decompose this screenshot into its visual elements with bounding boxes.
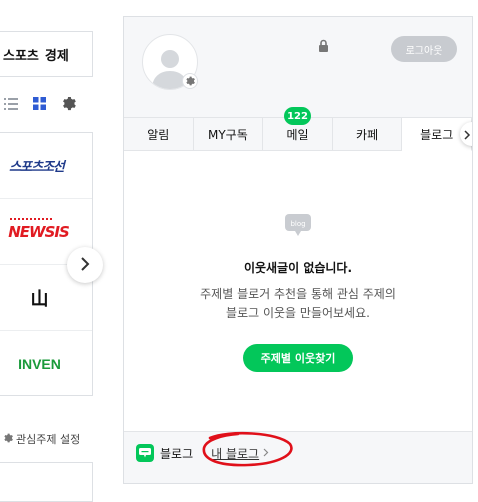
find-neighbors-button[interactable]: 주제별 이웃찾기 [243, 344, 353, 372]
profile-area: 로그아웃 [124, 17, 472, 117]
left-column: 스포츠 경제 스포츠조선 NEWSIS 山 INVEN 관심주제 설정 [0, 0, 103, 502]
empty-state-description: 주제별 블로거 추천을 통해 관심 주제의 블로그 이웃을 만들어보세요. [124, 285, 472, 323]
topic-tabs: 스포츠 경제 [0, 31, 93, 77]
profile-settings-button[interactable] [182, 73, 198, 89]
account-panel: 로그아웃 알림 MY구독 메일 카페 블로그 122 blog 이웃새글이 없습… [123, 16, 473, 484]
logout-button[interactable]: 로그아웃 [391, 36, 457, 62]
press-logo-inven: INVEN [18, 356, 61, 372]
topic-sports[interactable]: 스포츠 [3, 45, 39, 64]
tab-my-subscriptions[interactable]: MY구독 [194, 118, 264, 150]
gear-icon [3, 433, 13, 446]
interest-settings-label: 관심주제 설정 [16, 433, 81, 446]
view-toggle [4, 96, 76, 111]
blog-bubble-icon: blog [285, 214, 311, 242]
press-item[interactable]: INVEN [0, 331, 92, 397]
lock-icon[interactable] [318, 37, 329, 56]
tab-cafe[interactable]: 카페 [333, 118, 403, 150]
chevron-right-icon [464, 125, 471, 144]
blog-icon-text: blog [290, 220, 305, 228]
press-logo-san: 山 [30, 288, 49, 310]
list-view-icon[interactable] [4, 97, 18, 110]
footer-content: 블로그 내 블로그 [136, 444, 269, 462]
press-item[interactable]: 스포츠조선 [0, 133, 92, 199]
press-logo-newsis: NEWSIS [8, 217, 70, 241]
panel-footer: 블로그 내 블로그 [124, 431, 472, 483]
my-blog-link[interactable]: 내 블로그 [211, 445, 269, 462]
topic-economy[interactable]: 경제 [45, 45, 69, 64]
left-bottom-box [0, 462, 93, 502]
mail-count-badge: 122 [284, 107, 311, 125]
my-blog-label: 내 블로그 [211, 446, 260, 461]
interest-settings-link[interactable]: 관심주제 설정 [3, 431, 80, 447]
press-logo-sports-chosun: 스포츠조선 [9, 160, 65, 175]
empty-desc-line: 블로그 이웃을 만들어보세요. [226, 306, 370, 320]
empty-desc-line: 주제별 블로거 추천을 통해 관심 주제의 [200, 287, 396, 301]
blog-logo-icon [136, 444, 154, 462]
gear-icon [186, 76, 195, 86]
settings-gear-icon[interactable] [61, 96, 76, 111]
empty-state-title: 이웃새글이 없습니다. [243, 261, 353, 275]
tab-notifications[interactable]: 알림 [124, 118, 194, 150]
chevron-right-icon [80, 256, 90, 275]
grid-view-icon[interactable] [33, 97, 46, 110]
press-next-button[interactable] [67, 247, 103, 283]
service-tabs: 알림 MY구독 메일 카페 블로그 122 [124, 107, 472, 151]
footer-blog-label: 블로그 [160, 446, 194, 461]
chevron-right-icon [263, 446, 269, 460]
